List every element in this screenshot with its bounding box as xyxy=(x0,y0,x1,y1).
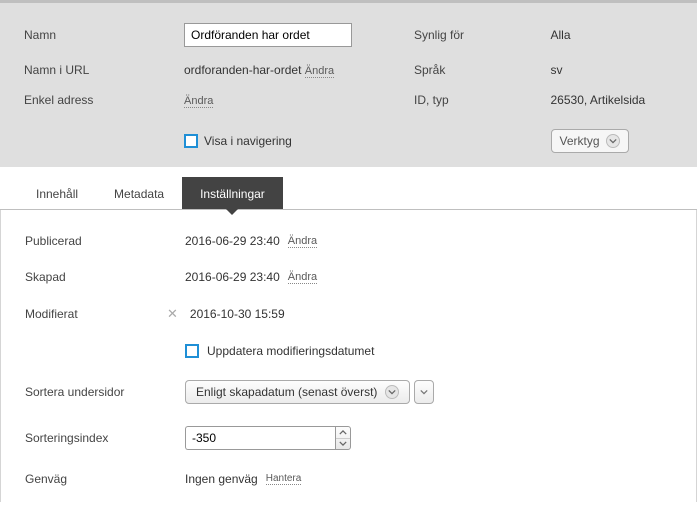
tab-bar: Innehåll Metadata Inställningar xyxy=(0,177,697,210)
sort-index-step-down[interactable] xyxy=(336,439,350,450)
sort-index-step-up[interactable] xyxy=(336,427,350,439)
visible-for-label: Synlig för xyxy=(414,28,551,42)
published-value: 2016-06-29 23:40 xyxy=(185,234,280,248)
modified-label: Modifierat xyxy=(25,307,185,321)
created-change-link[interactable]: Ändra xyxy=(288,271,317,284)
language-value: sv xyxy=(551,63,688,77)
tab-content[interactable]: Innehåll xyxy=(18,177,96,209)
created-label: Skapad xyxy=(25,270,185,284)
id-type-label: ID, typ xyxy=(414,93,551,107)
name-label: Namn xyxy=(24,28,184,42)
url-name-label: Namn i URL xyxy=(24,63,184,77)
published-label: Publicerad xyxy=(25,234,185,248)
language-label: Språk xyxy=(414,63,551,77)
chevron-down-icon xyxy=(606,134,620,148)
sort-subpages-label: Sortera undersidor xyxy=(25,385,185,399)
sort-index-input[interactable] xyxy=(185,426,335,450)
pin-icon: ✕ xyxy=(167,306,178,322)
name-input[interactable] xyxy=(184,23,352,47)
url-name-value: ordforanden-har-ordet xyxy=(184,63,301,77)
tab-metadata[interactable]: Metadata xyxy=(96,177,182,209)
shortcut-label: Genväg xyxy=(25,472,185,486)
show-in-nav-checkbox[interactable] xyxy=(184,134,198,148)
page-header-panel: Namn Synlig för Alla Namn i URL ordforan… xyxy=(0,0,697,167)
sort-index-label: Sorteringsindex xyxy=(25,431,185,445)
sort-subpages-select[interactable]: Enligt skapadatum (senast överst) xyxy=(185,380,410,404)
created-value: 2016-06-29 23:40 xyxy=(185,270,280,284)
update-modified-checkbox[interactable] xyxy=(185,344,199,358)
sort-index-stepper xyxy=(185,426,351,450)
visible-for-value: Alla xyxy=(551,28,688,42)
published-change-link[interactable]: Ändra xyxy=(288,235,317,248)
settings-panel: Publicerad 2016-06-29 23:40 Ändra Skapad… xyxy=(0,210,697,502)
simple-address-change-link[interactable]: Ändra xyxy=(184,95,213,108)
show-in-nav-label: Visa i navigering xyxy=(204,134,292,148)
id-type-value: 26530, Artikelsida xyxy=(551,93,688,107)
shortcut-manage-link[interactable]: Hantera xyxy=(266,473,302,485)
simple-address-label: Enkel adress xyxy=(24,93,184,107)
update-modified-label: Uppdatera modifieringsdatumet xyxy=(207,344,374,358)
tools-dropdown-label: Verktyg xyxy=(560,134,600,148)
tab-settings[interactable]: Inställningar xyxy=(182,177,283,209)
modified-value: 2016-10-30 15:59 xyxy=(190,307,285,321)
chevron-down-icon xyxy=(385,385,399,399)
tools-dropdown[interactable]: Verktyg xyxy=(551,129,629,153)
shortcut-value: Ingen genväg xyxy=(185,472,258,486)
sort-subpages-side-button[interactable] xyxy=(414,380,434,404)
sort-subpages-value: Enligt skapadatum (senast överst) xyxy=(196,385,377,399)
url-name-change-link[interactable]: Ändra xyxy=(305,65,334,78)
